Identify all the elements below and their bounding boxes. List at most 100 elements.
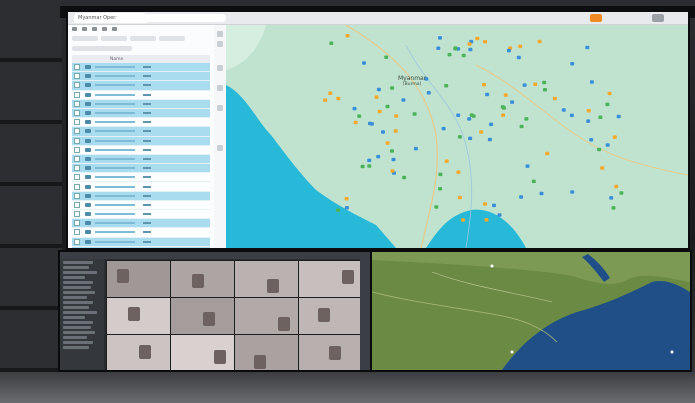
map-marker[interactable] — [518, 44, 523, 49]
map-marker[interactable] — [468, 47, 473, 52]
map-marker[interactable] — [328, 91, 333, 96]
back-icon[interactable] — [72, 27, 77, 31]
map-marker[interactable] — [438, 172, 443, 177]
map-marker[interactable] — [586, 109, 591, 113]
map-marker[interactable] — [345, 34, 350, 38]
map-marker[interactable] — [612, 135, 617, 139]
map-marker[interactable] — [484, 218, 489, 222]
map-marker[interactable] — [525, 164, 530, 168]
map-marker[interactable] — [390, 149, 394, 153]
camera-feed[interactable] — [106, 334, 171, 370]
map-marker[interactable] — [456, 113, 461, 118]
list-item[interactable] — [72, 145, 210, 155]
camera-feed[interactable] — [170, 334, 235, 370]
map-marker[interactable] — [467, 117, 472, 121]
map-marker[interactable] — [390, 86, 395, 90]
map-marker[interactable] — [362, 61, 366, 65]
map-marker[interactable] — [444, 159, 449, 163]
camera-feed[interactable] — [234, 297, 299, 335]
filter-chip[interactable] — [101, 36, 127, 41]
map-marker[interactable] — [600, 166, 605, 170]
map-marker[interactable] — [344, 206, 349, 210]
map-marker[interactable] — [539, 191, 544, 196]
measure-icon[interactable] — [217, 105, 223, 111]
list-item[interactable] — [72, 164, 210, 174]
zoom-out-icon[interactable] — [217, 41, 223, 47]
map-marker[interactable] — [482, 83, 486, 87]
map-marker[interactable] — [614, 184, 619, 189]
row-checkbox[interactable] — [74, 119, 80, 126]
map-marker[interactable] — [344, 197, 349, 201]
map-marker[interactable] — [444, 84, 449, 88]
map-marker[interactable] — [385, 141, 390, 145]
map-marker[interactable] — [336, 208, 340, 212]
map-marker[interactable] — [394, 114, 399, 118]
map-marker[interactable] — [589, 80, 594, 84]
map-marker[interactable] — [589, 138, 594, 142]
map-marker[interactable] — [570, 62, 575, 66]
map-marker[interactable] — [368, 121, 372, 126]
row-checkbox[interactable] — [74, 82, 80, 89]
layers-icon[interactable] — [217, 65, 223, 71]
map-marker[interactable] — [497, 213, 502, 217]
map-marker[interactable] — [607, 91, 612, 96]
map-marker[interactable] — [485, 92, 490, 97]
list-item[interactable] — [72, 182, 210, 192]
camera-feed[interactable] — [298, 260, 363, 298]
map-marker[interactable] — [586, 119, 591, 123]
filter-icon[interactable] — [102, 27, 107, 31]
list-item[interactable] — [72, 90, 210, 100]
map-marker[interactable] — [436, 46, 441, 51]
map-marker[interactable] — [519, 124, 524, 129]
map-marker[interactable] — [570, 190, 575, 194]
row-checkbox[interactable] — [74, 165, 80, 172]
map-marker[interactable] — [597, 147, 602, 152]
map-marker[interactable] — [537, 39, 542, 44]
map-marker[interactable] — [438, 36, 442, 40]
map-marker[interactable] — [598, 115, 603, 120]
map-marker[interactable] — [489, 122, 494, 127]
map-view[interactable]: Myanmar (Burma) — [226, 25, 688, 248]
map-marker[interactable] — [367, 158, 372, 163]
list-item[interactable] — [72, 210, 210, 220]
list-item[interactable] — [72, 228, 210, 238]
row-checkbox[interactable] — [74, 73, 80, 80]
map-marker[interactable] — [619, 191, 624, 195]
map-marker[interactable] — [500, 105, 505, 109]
map-marker[interactable] — [457, 135, 462, 139]
map-marker[interactable] — [519, 195, 524, 199]
row-checkbox[interactable] — [74, 201, 80, 208]
list-item[interactable] — [72, 237, 210, 247]
row-checkbox[interactable] — [74, 91, 80, 98]
row-checkbox[interactable] — [74, 211, 80, 218]
map-marker[interactable] — [483, 40, 488, 44]
map-marker[interactable] — [434, 205, 439, 209]
map-marker[interactable] — [353, 120, 358, 125]
draw-icon[interactable] — [217, 85, 223, 91]
camera-feed[interactable] — [170, 260, 235, 298]
camera-feed[interactable] — [170, 297, 235, 335]
map-marker[interactable] — [542, 80, 547, 85]
map-marker[interactable] — [377, 109, 382, 114]
list-item[interactable] — [72, 191, 210, 201]
search-input[interactable] — [72, 46, 132, 51]
map-marker[interactable] — [376, 87, 381, 92]
row-checkbox[interactable] — [74, 229, 80, 236]
map-marker[interactable] — [605, 143, 610, 147]
map-marker[interactable] — [516, 55, 521, 60]
alert-button[interactable] — [590, 14, 602, 22]
map-marker[interactable] — [545, 151, 550, 156]
filter-chip[interactable] — [159, 36, 185, 41]
map-marker[interactable] — [393, 129, 398, 133]
camera-feed[interactable] — [234, 334, 299, 370]
camera-feed[interactable] — [106, 260, 171, 298]
list-item[interactable] — [72, 219, 210, 229]
map-marker[interactable] — [456, 170, 461, 174]
map-marker[interactable] — [611, 206, 616, 210]
map-marker[interactable] — [522, 83, 527, 87]
map-marker[interactable] — [329, 41, 334, 46]
list-item[interactable] — [72, 81, 210, 91]
list-item[interactable] — [72, 108, 210, 119]
row-checkbox[interactable] — [74, 174, 80, 181]
map-marker[interactable] — [524, 117, 529, 121]
